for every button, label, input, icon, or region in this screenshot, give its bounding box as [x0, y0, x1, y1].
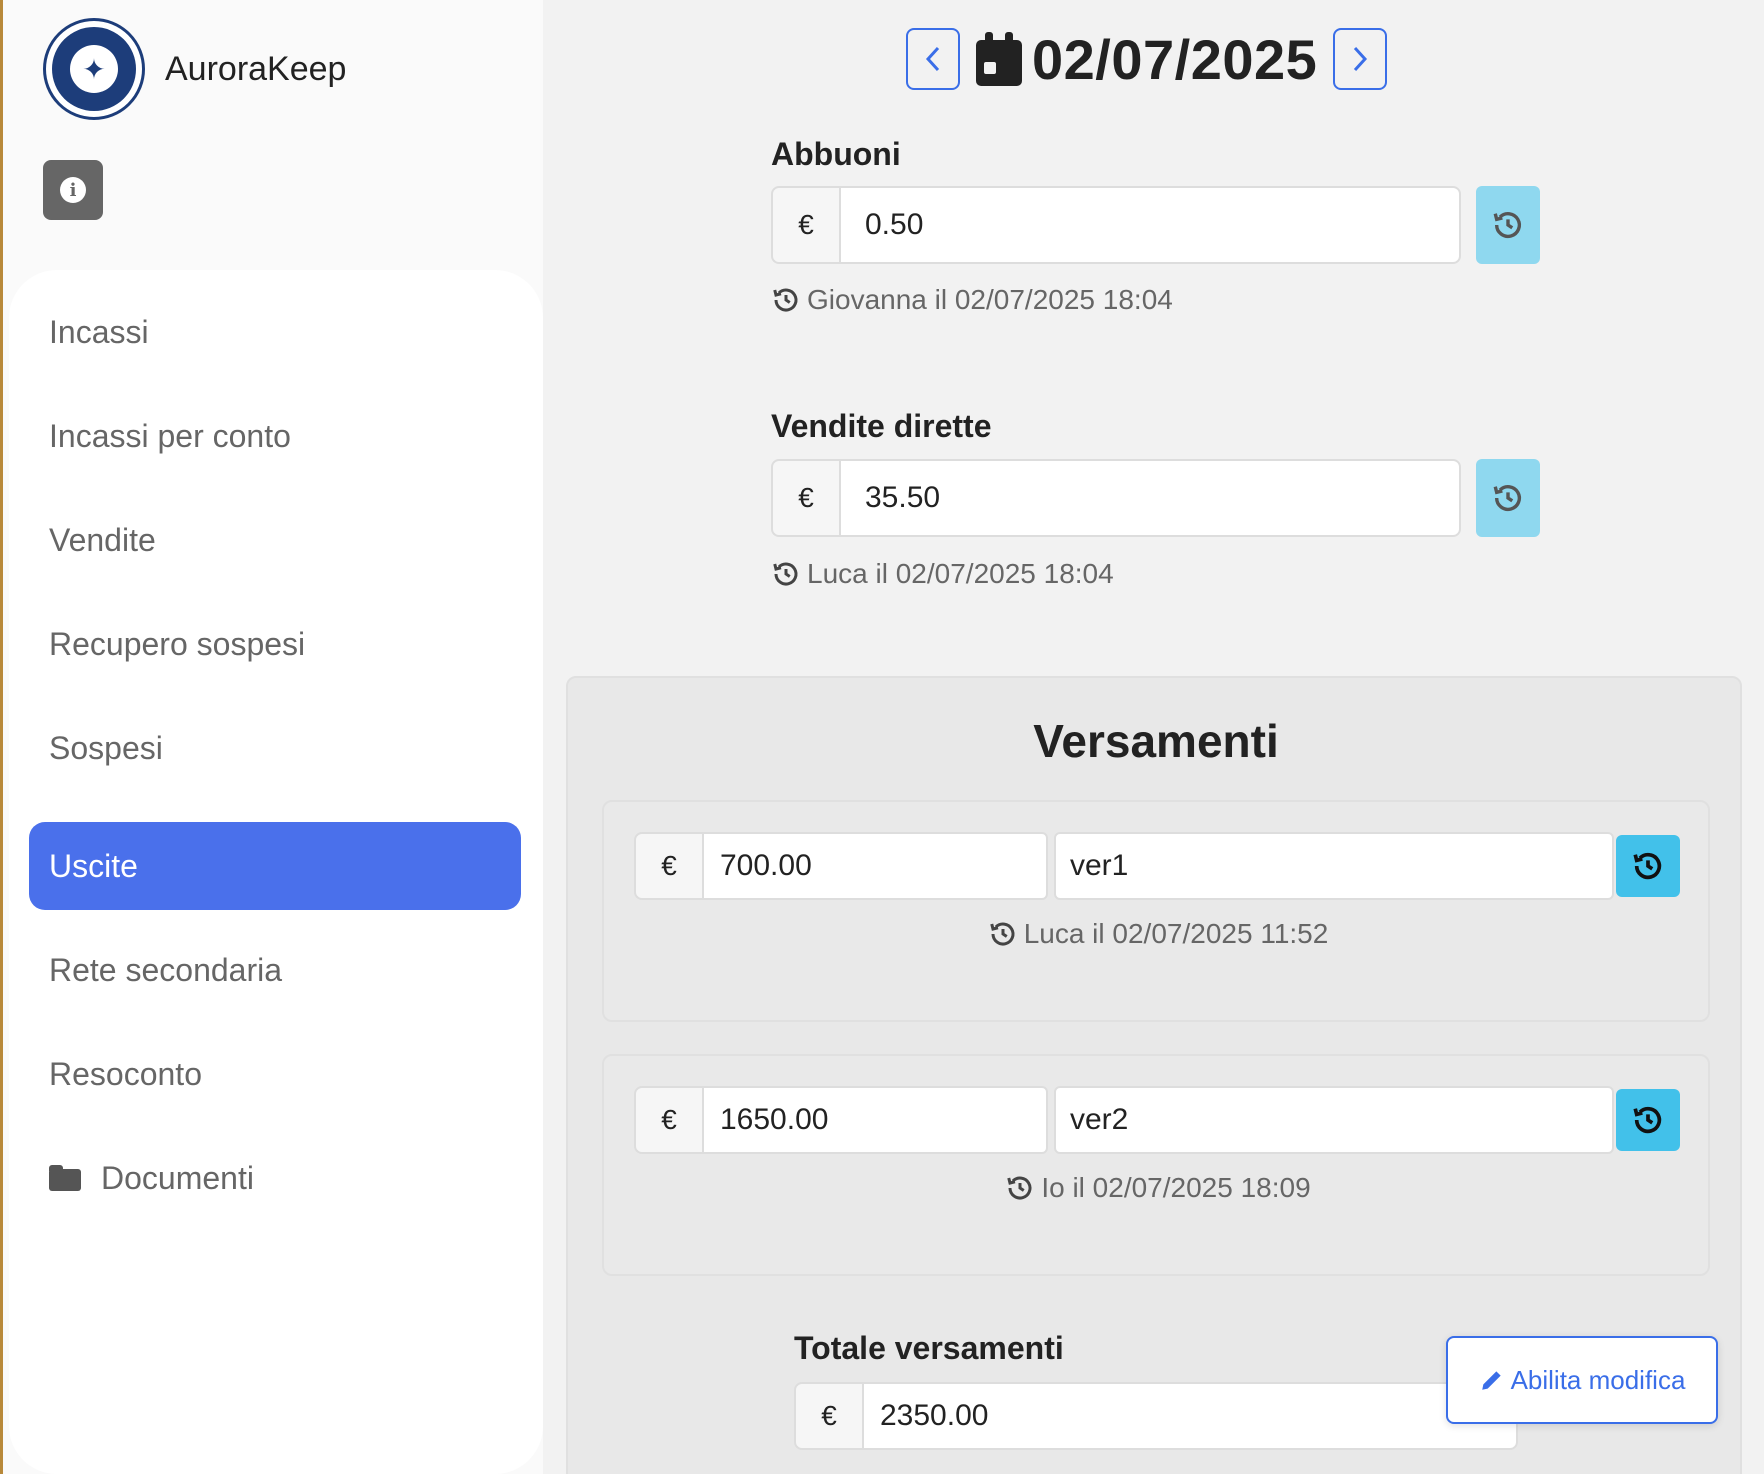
- abbuoni-input[interactable]: 0.50: [839, 186, 1461, 264]
- vendite-dirette-field: € 35.50: [771, 459, 1461, 537]
- current-date: 02/07/2025: [1032, 27, 1318, 91]
- sidebar-item-uscite[interactable]: Uscite: [29, 822, 521, 910]
- sidebar-item-sospesi[interactable]: Sospesi: [29, 704, 521, 792]
- versamento-history-button[interactable]: [1616, 1089, 1680, 1151]
- sidebar-item-vendite[interactable]: Vendite: [29, 496, 521, 584]
- abbuoni-label: Abbuoni: [771, 136, 901, 172]
- versamento-card: € 700.00 ver1 Luca il 02/07/2025 11:52: [602, 800, 1710, 1022]
- sidebar-item-label: Rete secondaria: [49, 951, 283, 988]
- abbuoni-meta: Giovanna il 02/07/2025 18:04: [771, 284, 1173, 316]
- meta-text: Giovanna il 02/07/2025 18:04: [807, 284, 1173, 315]
- versamenti-title: Versamenti: [1033, 715, 1279, 767]
- history-icon: [1493, 485, 1522, 511]
- totale-versamenti-input: 2350.00: [862, 1382, 1518, 1450]
- versamento-description-input[interactable]: ver1: [1054, 832, 1614, 900]
- history-icon: [773, 562, 798, 586]
- history-icon: [773, 288, 798, 312]
- sidebar-item-rete-secondaria[interactable]: Rete secondaria: [29, 926, 521, 1014]
- chevron-left-icon: [925, 46, 940, 72]
- history-icon: [1633, 1106, 1662, 1134]
- sidebar-item-label: Resoconto: [49, 1055, 202, 1092]
- sidebar-item-label: Sospesi: [49, 729, 163, 766]
- sidebar-menu: Incassi Incassi per conto Vendite Recupe…: [9, 270, 543, 1474]
- prev-day-button[interactable]: [906, 28, 960, 90]
- brand-name: AuroraKeep: [165, 49, 347, 88]
- versamento-history-button[interactable]: [1616, 835, 1680, 897]
- sidebar-item-documenti[interactable]: Documenti: [29, 1134, 521, 1222]
- sidebar: ✦ AuroraKeep i Incassi Incassi per conto…: [3, 0, 543, 1474]
- chevron-right-icon: [1354, 46, 1368, 72]
- sidebar-item-incassi-per-conto[interactable]: Incassi per conto: [29, 392, 521, 480]
- sidebar-item-label: Documenti: [101, 1159, 254, 1196]
- sidebar-item-resoconto[interactable]: Resoconto: [29, 1030, 521, 1118]
- date-navigator: 02/07/2025: [906, 27, 1388, 91]
- versamento-card: € 1650.00 ver2 Io il 02/07/2025 18:09: [602, 1054, 1710, 1276]
- info-icon: i: [60, 177, 86, 203]
- pencil-icon: [1481, 1371, 1501, 1390]
- versamento-meta: Luca il 02/07/2025 11:52: [604, 918, 1712, 950]
- abbuoni-field: € 0.50: [771, 186, 1461, 264]
- versamento-meta: Io il 02/07/2025 18:09: [604, 1172, 1712, 1204]
- meta-text: Luca il 02/07/2025 18:04: [807, 558, 1114, 589]
- meta-text: Luca il 02/07/2025 11:52: [1023, 918, 1329, 949]
- folder-icon: [49, 1165, 81, 1191]
- info-button[interactable]: i: [43, 160, 103, 220]
- versamento-amount-input[interactable]: 1650.00: [702, 1086, 1048, 1154]
- history-icon: [989, 922, 1015, 946]
- versamento-row: € 1650.00 ver2: [634, 1086, 1614, 1154]
- totale-versamenti-field: € 2350.00: [794, 1382, 1518, 1450]
- enable-edit-label: Abilita modifica: [1510, 1364, 1686, 1395]
- history-icon: [1633, 852, 1662, 880]
- vendite-dirette-input[interactable]: 35.50: [839, 459, 1461, 537]
- history-icon: [1493, 212, 1522, 238]
- versamento-description-input[interactable]: ver2: [1054, 1086, 1614, 1154]
- calendar-icon: [976, 32, 1022, 86]
- sidebar-item-label: Incassi per conto: [49, 417, 291, 454]
- vendite-dirette-label: Vendite dirette: [771, 408, 992, 444]
- next-day-button[interactable]: [1333, 28, 1388, 90]
- currency-addon: €: [771, 186, 839, 264]
- sidebar-item-incassi[interactable]: Incassi: [29, 288, 521, 376]
- abbuoni-history-button[interactable]: [1476, 186, 1540, 264]
- history-icon: [1007, 1176, 1032, 1200]
- sidebar-item-label: Incassi: [49, 313, 149, 350]
- currency-addon: €: [794, 1382, 862, 1450]
- currency-addon: €: [634, 832, 702, 900]
- vendite-dirette-meta: Luca il 02/07/2025 18:04: [771, 558, 1114, 590]
- sidebar-item-recupero-sospesi[interactable]: Recupero sospesi: [29, 600, 521, 688]
- brand-logo: ✦: [43, 18, 145, 120]
- meta-text: Io il 02/07/2025 18:09: [1041, 1172, 1311, 1203]
- enable-edit-button[interactable]: Abilita modifica: [1446, 1336, 1718, 1424]
- sidebar-item-label: Uscite: [49, 847, 138, 884]
- sidebar-item-label: Recupero sospesi: [49, 625, 306, 662]
- brand: ✦ AuroraKeep: [43, 18, 346, 120]
- versamento-row: € 700.00 ver1: [634, 832, 1614, 900]
- vendite-dirette-history-button[interactable]: [1476, 459, 1540, 537]
- sidebar-item-label: Vendite: [49, 521, 156, 558]
- currency-addon: €: [771, 459, 839, 537]
- totale-versamenti-label: Totale versamenti: [794, 1330, 1064, 1366]
- currency-addon: €: [634, 1086, 702, 1154]
- versamento-amount-input[interactable]: 700.00: [702, 832, 1048, 900]
